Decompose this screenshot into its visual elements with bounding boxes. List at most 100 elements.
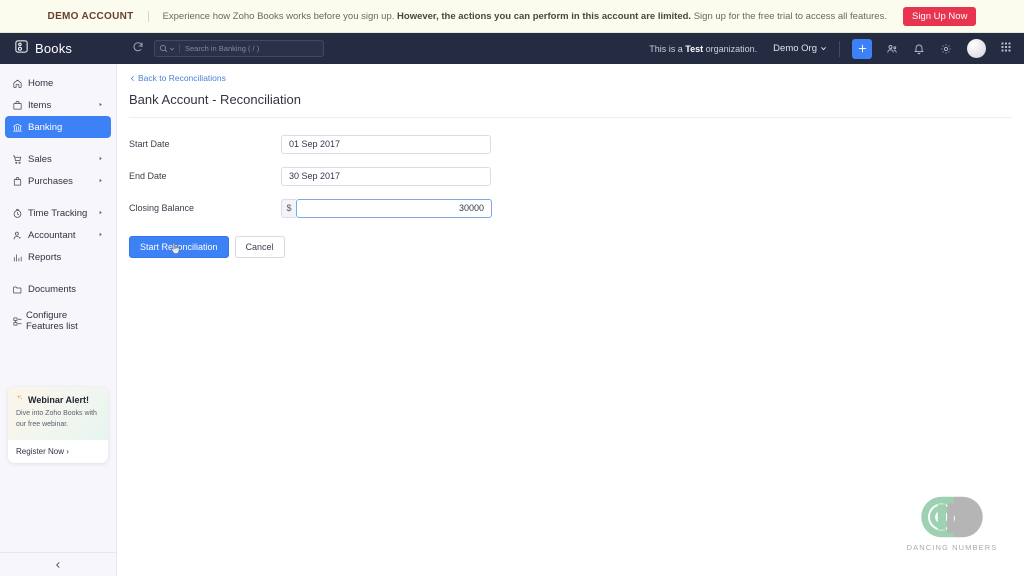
closing-balance-input[interactable]	[296, 198, 492, 218]
brand-name: Books	[35, 41, 73, 56]
sidebar-item-configure-features-list[interactable]: Configure Features list	[5, 310, 111, 332]
end-date-label: End Date	[129, 171, 167, 181]
start-reconciliation-button[interactable]: Start Reconciliation	[129, 235, 229, 258]
search-bar[interactable]: Search in Banking ( / )	[154, 40, 324, 57]
chevron-down-icon	[169, 47, 175, 51]
sidebar-item-sales[interactable]: Sales	[5, 148, 111, 170]
test-org-bold: Test	[685, 43, 704, 54]
sidebar-item-reports[interactable]: Reports	[5, 246, 111, 268]
sidebar-nav-list: Home Items Banking Sales Purchases Time Track…	[0, 64, 116, 332]
end-date-input[interactable]	[281, 166, 491, 186]
start-reconciliation-label: Start Reconciliation	[140, 241, 218, 252]
contacts-button[interactable]	[886, 43, 898, 55]
webinar-register-link[interactable]: Register Now ›	[8, 440, 108, 463]
topnav-right-cluster: This is a Test organization. Demo Org	[649, 38, 1016, 59]
grid-icon	[1001, 42, 1011, 51]
sidebar-item-items[interactable]: Items	[5, 94, 111, 116]
chevron-left-icon	[56, 561, 60, 568]
form-row-end-date: End Date	[129, 166, 1024, 186]
sidebar-item-accountant[interactable]: Accountant	[5, 224, 111, 246]
test-org-notice: This is a Test organization.	[649, 44, 757, 54]
chevron-left-icon	[130, 75, 134, 81]
search-icon-group[interactable]	[159, 44, 180, 53]
dancing-numbers-logo-icon	[921, 496, 983, 538]
banner-text-part2: Sign up for the free trial to access all…	[691, 10, 887, 22]
currency-symbol: $	[281, 198, 296, 218]
chevron-right-icon[interactable]	[98, 210, 103, 217]
back-link-label: Back to Reconciliations	[138, 73, 226, 83]
back-to-reconciliations-link[interactable]: Back to Reconciliations	[129, 73, 226, 83]
organization-selector[interactable]: Demo Org	[773, 43, 827, 54]
top-navigation-bar: Books Search in Banking ( / ) This is a …	[0, 33, 1024, 64]
folder-icon	[12, 284, 25, 295]
sidebar-item-home[interactable]: Home	[5, 72, 111, 94]
sidebar-collapse-button[interactable]	[0, 552, 116, 576]
chevron-right-icon[interactable]	[98, 156, 103, 163]
notifications-button[interactable]	[913, 43, 925, 55]
closing-balance-group: $	[281, 198, 492, 218]
app-body: Home Items Banking Sales Purchases Time Track…	[0, 64, 1024, 576]
closing-balance-label: Closing Balance	[129, 203, 195, 213]
chevron-right-icon[interactable]	[98, 178, 103, 185]
sidebar-item-banking[interactable]: Banking	[5, 116, 111, 138]
sidebar-item-label: Purchases	[28, 175, 73, 187]
sidebar-item-label: Items	[28, 99, 52, 111]
form-row-closing-balance: Closing Balance $	[129, 198, 1024, 218]
search-input[interactable]: Search in Banking ( / )	[180, 44, 259, 53]
main-content: Back to Reconciliations Bank Account - R…	[117, 64, 1024, 576]
banner-text-part1: Experience how Zoho Books works before y…	[162, 10, 398, 22]
sidebar-item-time-tracking[interactable]: Time Tracking	[5, 202, 111, 224]
clock-icon	[12, 208, 25, 219]
sidebar-item-documents[interactable]: Documents	[5, 278, 111, 300]
demo-account-label: DEMO ACCOUNT	[48, 10, 149, 22]
cart-icon	[12, 154, 25, 165]
sidebar-item-purchases[interactable]: Purchases	[5, 170, 111, 192]
gear-icon	[941, 43, 951, 54]
sidebar-item-label: Documents	[28, 283, 77, 295]
nav-divider	[839, 40, 840, 57]
dancing-numbers-watermark: DANCING NUMBERS	[898, 486, 1006, 558]
watermark-text: DANCING NUMBERS	[906, 543, 998, 552]
box-icon	[12, 100, 25, 111]
sidebar-item-label: Home	[28, 77, 54, 89]
home-icon	[12, 78, 25, 89]
bell-icon	[914, 44, 924, 54]
sidebar-item-label: Accountant	[28, 229, 76, 241]
chevron-down-icon	[821, 47, 826, 51]
webinar-alert-card[interactable]: Webinar Alert! Dive into Zoho Books with…	[8, 387, 108, 463]
sidebar: Home Items Banking Sales Purchases Time Track…	[0, 64, 117, 576]
apps-button[interactable]	[1000, 40, 1012, 58]
sidebar-item-label: Reports	[28, 251, 62, 263]
plus-icon	[858, 44, 866, 53]
sparkle-icon	[16, 394, 25, 405]
books-logo-icon	[14, 39, 29, 59]
form-row-start-date: Start Date	[129, 134, 1024, 154]
user-avatar[interactable]	[967, 39, 986, 58]
sparkle-glyph	[16, 395, 22, 400]
webinar-title: Webinar Alert!	[28, 394, 90, 405]
demo-account-banner: DEMO ACCOUNT Experience how Zoho Books w…	[0, 0, 1024, 33]
person-icon	[12, 230, 25, 241]
bank-icon	[12, 122, 25, 133]
quick-create-button[interactable]	[852, 38, 872, 59]
page-title: Bank Account - Reconciliation	[129, 91, 301, 107]
start-date-input[interactable]	[281, 134, 491, 154]
start-date-label: Start Date	[129, 139, 170, 149]
test-org-prefix: This is a	[649, 43, 686, 54]
organization-name: Demo Org	[773, 43, 817, 54]
config-icon	[12, 316, 23, 327]
settings-button[interactable]	[940, 43, 952, 55]
bag-icon	[12, 176, 25, 187]
cancel-button[interactable]: Cancel	[234, 235, 285, 258]
chevron-right-icon[interactable]	[98, 232, 103, 239]
sign-up-now-button[interactable]: Sign Up Now	[902, 6, 977, 26]
brand-logo[interactable]: Books	[8, 39, 118, 59]
refresh-icon[interactable]	[132, 41, 144, 56]
sidebar-item-label: Configure Features list	[26, 310, 78, 332]
chevron-right-icon[interactable]	[98, 102, 103, 109]
banner-text-bold: However, the actions you can perform in …	[397, 10, 692, 22]
